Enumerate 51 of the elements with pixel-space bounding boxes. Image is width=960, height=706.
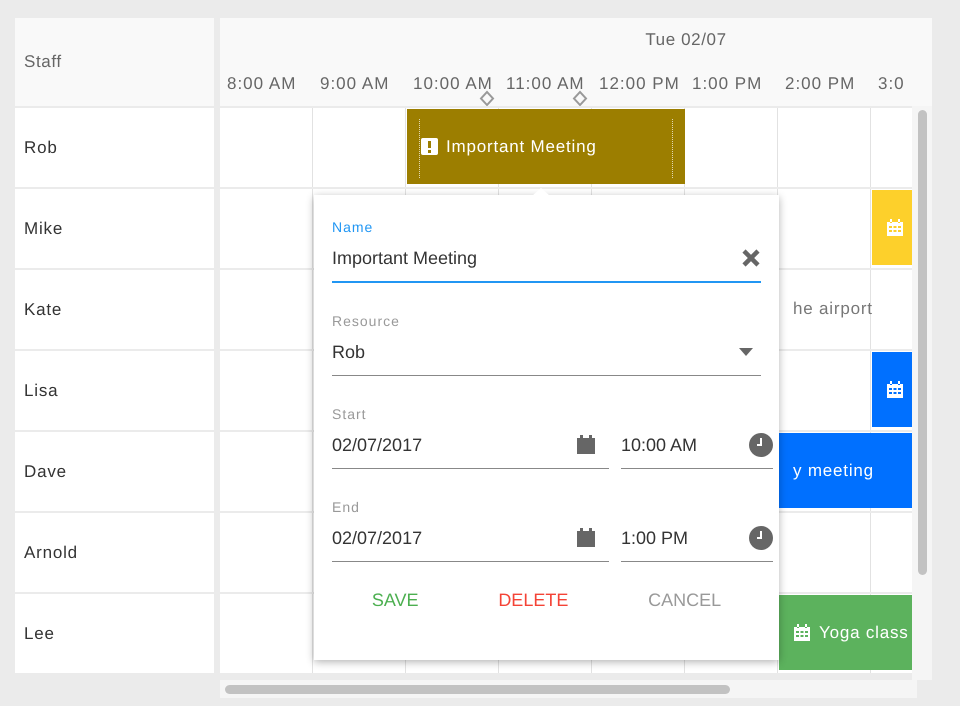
date-field[interactable]: 02/07/2017	[332, 434, 564, 456]
event[interactable]: Important Meeting	[407, 109, 685, 184]
time-field[interactable]: 1:00 PM	[621, 528, 739, 548]
delete-button[interactable]: DELETE	[486, 582, 580, 619]
time-label: 8:00 AM	[226, 74, 298, 94]
event-title: y meeting	[793, 460, 874, 480]
calendar-icon	[574, 433, 598, 457]
name-field[interactable]: Important Meeting	[332, 248, 731, 268]
calendar-icon	[886, 218, 904, 236]
alert-icon	[421, 138, 438, 155]
vertical-scrollbar[interactable]	[912, 106, 932, 680]
calendar-icon	[886, 380, 904, 398]
staff-name: Lisa	[15, 351, 214, 430]
cancel-button[interactable]: CANCEL	[636, 582, 734, 619]
time-label: 1:00 PM	[691, 74, 764, 94]
marker-icon[interactable]	[479, 89, 495, 106]
clock-icon	[749, 433, 773, 457]
event-title: he airport	[793, 298, 873, 318]
staff-name: Dave	[15, 432, 214, 511]
field-label: Start	[332, 406, 367, 422]
date-header: Tue 02/07	[645, 30, 727, 50]
event-title: Yoga class	[819, 622, 909, 642]
field-label: Resource	[332, 313, 400, 329]
staff-name: Rob	[15, 108, 214, 187]
date-field[interactable]: 02/07/2017	[332, 528, 564, 548]
staff-name: Arnold	[15, 513, 214, 592]
event[interactable]: Yoga class	[779, 595, 912, 670]
marker-icon[interactable]	[572, 89, 588, 106]
clock-icon	[749, 526, 773, 550]
staff-name: Mike	[15, 189, 214, 268]
calendar-icon	[793, 624, 811, 642]
time-label: 11:00 AM	[505, 74, 586, 94]
time-label: 9:00 AM	[319, 74, 390, 94]
calendar-icon	[574, 526, 598, 550]
column-header: Staff	[15, 18, 214, 106]
event-title: Important Meeting	[446, 136, 597, 156]
event[interactable]: he airport	[779, 271, 871, 346]
field-label: Name	[332, 219, 374, 235]
time-label: 12:00 PM	[598, 74, 681, 94]
time-field[interactable]: 10:00 AM	[621, 434, 739, 456]
staff-name: Lee	[15, 594, 214, 673]
field-label: End	[332, 499, 360, 515]
resource-dropdown[interactable]: Rob	[332, 342, 729, 362]
time-label: 10:00 AM	[412, 74, 494, 94]
horizontal-scrollbar[interactable]	[220, 680, 917, 698]
event[interactable]: y meeting	[779, 433, 912, 508]
staff-name: Kate	[15, 270, 214, 349]
time-label: 3:0	[877, 74, 906, 94]
save-button[interactable]: SAVE	[360, 582, 431, 619]
close-icon[interactable]	[741, 248, 761, 268]
time-label: 2:00 PM	[784, 74, 856, 94]
